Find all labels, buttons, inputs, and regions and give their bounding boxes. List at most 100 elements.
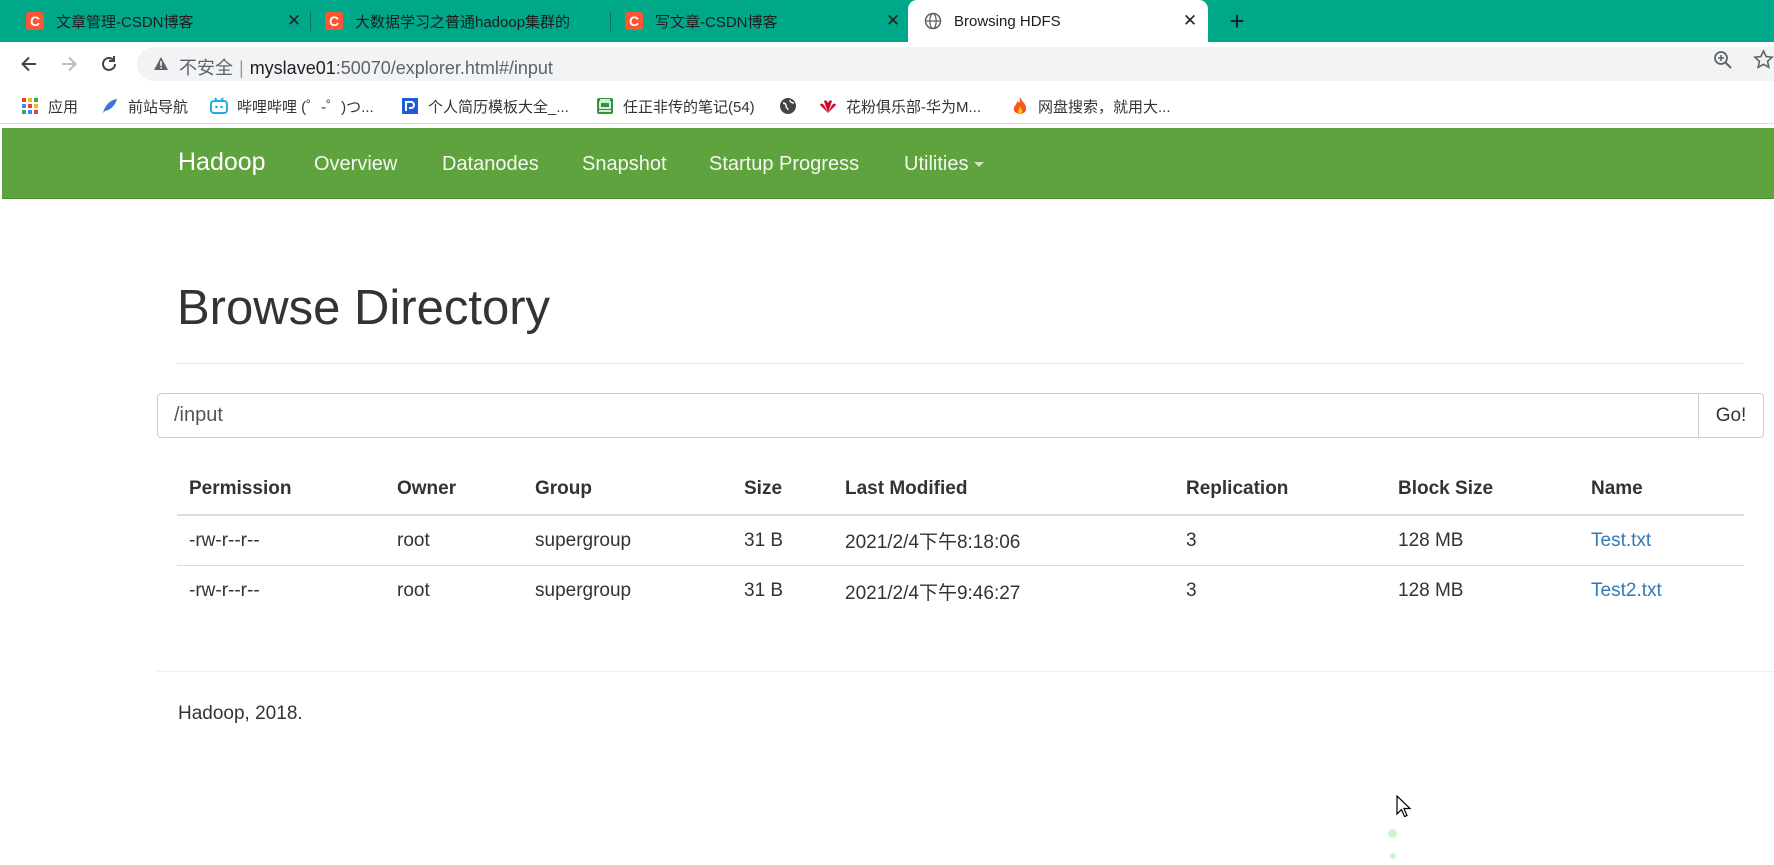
hadoop-navbar: Hadoop Overview Datanodes Snapshot Start… xyxy=(2,128,1774,199)
nav-startup-progress[interactable]: Startup Progress xyxy=(709,153,859,176)
resume-icon xyxy=(400,96,420,116)
column-header-name[interactable]: Name xyxy=(1591,463,1643,514)
tab-divider xyxy=(610,12,611,31)
group-cell: supergroup xyxy=(535,529,632,551)
csdn-icon: C xyxy=(325,12,343,30)
column-header-last-modified[interactable]: Last Modified xyxy=(845,463,967,514)
url-host: myslave01 xyxy=(249,58,336,78)
url-path: :50070/explorer.html#/input xyxy=(335,58,553,78)
bookmark-label: 网盘搜索，就用大... xyxy=(1038,98,1171,116)
bookmark-item[interactable]: 个人简历模板大全_... xyxy=(400,95,569,117)
size-cell: 31 B xyxy=(744,529,784,551)
bookmarks-bar: 应用 前站导航 哔哩哔哩 (゜-゜)つ... 个人简历模板大全_... 任正非传… xyxy=(0,86,1774,124)
arrow-right-icon xyxy=(62,56,77,72)
bookmark-label: 应用 xyxy=(48,98,79,116)
douban-icon xyxy=(595,96,615,116)
replication-cell[interactable]: 3 xyxy=(1186,516,1197,565)
close-tab-icon[interactable]: ✕ xyxy=(883,11,903,31)
bookmark-item[interactable] xyxy=(778,95,806,117)
url-bar[interactable]: 不安全 | myslave01:50070/explorer.html#/input xyxy=(137,47,1774,81)
directory-table: Permission Owner Group Size Last Modifie… xyxy=(177,463,1744,616)
security-label[interactable]: 不安全 xyxy=(179,58,233,78)
url-text[interactable]: 不安全 | myslave01:50070/explorer.html#/input xyxy=(179,54,553,80)
browser-tab-strip: C 文章管理-CSDN博客 ✕ C 大数据学习之普通hadoop集群的 C 写文… xyxy=(0,0,1774,42)
divider xyxy=(177,363,1744,364)
table-row: -rw-r--r-- root supergroup 31 B 2021/2/4… xyxy=(177,516,1744,566)
tab-title: 文章管理-CSDN博客 xyxy=(56,13,194,31)
nav-overview[interactable]: Overview xyxy=(314,153,397,176)
last-modified-cell: 2021/2/4下午9:46:27 xyxy=(845,582,1021,604)
nav-snapshot[interactable]: Snapshot xyxy=(582,153,667,176)
close-tab-icon[interactable]: ✕ xyxy=(284,11,304,31)
bookmark-label: 花粉俱乐部-华为M... xyxy=(846,98,981,116)
column-header-group[interactable]: Group xyxy=(535,463,592,514)
csdn-icon: C xyxy=(26,12,44,30)
column-header-replication[interactable]: Replication xyxy=(1186,463,1288,514)
size-cell: 31 B xyxy=(744,580,784,601)
footer-divider xyxy=(157,671,1774,672)
forward-button[interactable] xyxy=(56,51,82,77)
replication-cell[interactable]: 3 xyxy=(1186,566,1197,616)
brand-logo[interactable]: Hadoop xyxy=(178,148,266,177)
browser-tab[interactable]: C 大数据学习之普通hadoop集群的 xyxy=(325,0,608,42)
table-row: -rw-r--r-- root supergroup 31 B 2021/2/4… xyxy=(177,566,1744,616)
arrow-left-icon xyxy=(21,56,36,72)
fire-icon xyxy=(1010,96,1030,116)
zoom-icon[interactable] xyxy=(1713,50,1733,70)
table-header-row: Permission Owner Group Size Last Modifie… xyxy=(177,463,1744,516)
bookmark-item[interactable]: 前站导航 xyxy=(100,95,188,117)
loading-dot-icon xyxy=(1388,829,1397,838)
browser-tab[interactable]: C 文章管理-CSDN博客 ✕ xyxy=(26,0,304,42)
new-tab-button[interactable]: + xyxy=(1222,6,1252,36)
owner-cell: root xyxy=(397,580,430,601)
go-button[interactable]: Go! xyxy=(1698,393,1764,438)
browser-tab[interactable]: C 写文章-CSDN博客 ✕ xyxy=(625,0,903,42)
mouse-cursor-icon xyxy=(1396,795,1412,818)
bookmark-star-icon[interactable] xyxy=(1753,49,1774,70)
apps-icon xyxy=(20,96,40,116)
column-header-block-size[interactable]: Block Size xyxy=(1398,463,1493,514)
loading-dot-icon xyxy=(1390,853,1396,859)
bookmark-item[interactable]: 网盘搜索，就用大... xyxy=(1010,95,1171,117)
nav-datanodes[interactable]: Datanodes xyxy=(442,153,539,176)
owner-cell: root xyxy=(397,529,430,551)
directory-path-input[interactable] xyxy=(157,393,1699,438)
tab-title: 写文章-CSDN博客 xyxy=(655,13,778,31)
nav-utilities-dropdown[interactable]: Utilities xyxy=(904,153,985,176)
globe-icon xyxy=(924,12,942,30)
nav-utilities-label: Utilities xyxy=(904,153,969,175)
caret-down-icon xyxy=(974,162,985,168)
address-toolbar: 不安全 | myslave01:50070/explorer.html#/input xyxy=(0,42,1774,86)
huawei-icon xyxy=(818,96,838,116)
file-name-link[interactable]: Test2.txt xyxy=(1591,566,1662,616)
browser-tab-active[interactable]: Browsing HDFS ✕ xyxy=(908,0,1208,42)
bookmark-label: 哔哩哔哩 (゜-゜)つ... xyxy=(237,98,374,116)
bookmark-item[interactable]: 哔哩哔哩 (゜-゜)つ... xyxy=(209,95,374,117)
footer-text: Hadoop, 2018. xyxy=(178,703,303,724)
warning-icon xyxy=(154,57,168,70)
last-modified-cell: 2021/2/4下午8:18:06 xyxy=(845,532,1021,553)
column-header-size[interactable]: Size xyxy=(744,463,782,514)
page-title: Browse Directory xyxy=(177,281,551,335)
permission-cell[interactable]: -rw-r--r-- xyxy=(189,566,260,616)
group-cell: supergroup xyxy=(535,580,632,601)
back-button[interactable] xyxy=(16,51,42,77)
csdn-icon: C xyxy=(625,12,643,30)
globe-icon xyxy=(778,96,798,116)
file-name-link[interactable]: Test.txt xyxy=(1591,516,1651,565)
tab-title: Browsing HDFS xyxy=(954,12,1061,30)
bilibili-icon xyxy=(209,96,229,116)
bookmark-label: 前站导航 xyxy=(128,98,189,116)
bookmark-item[interactable]: 任正非传的笔记(54) xyxy=(595,95,755,117)
reload-icon xyxy=(102,56,116,71)
close-tab-icon[interactable]: ✕ xyxy=(1180,11,1200,31)
tab-title: 大数据学习之普通hadoop集群的 xyxy=(355,13,571,31)
column-header-permission[interactable]: Permission xyxy=(189,463,291,514)
bookmark-item[interactable]: 花粉俱乐部-华为M... xyxy=(818,95,981,117)
tab-divider xyxy=(310,12,311,31)
bookmark-apps[interactable]: 应用 xyxy=(20,95,78,117)
reload-button[interactable] xyxy=(96,51,122,77)
block-size-cell: 128 MB xyxy=(1398,529,1464,551)
column-header-owner[interactable]: Owner xyxy=(397,463,456,514)
permission-cell[interactable]: -rw-r--r-- xyxy=(189,516,260,565)
